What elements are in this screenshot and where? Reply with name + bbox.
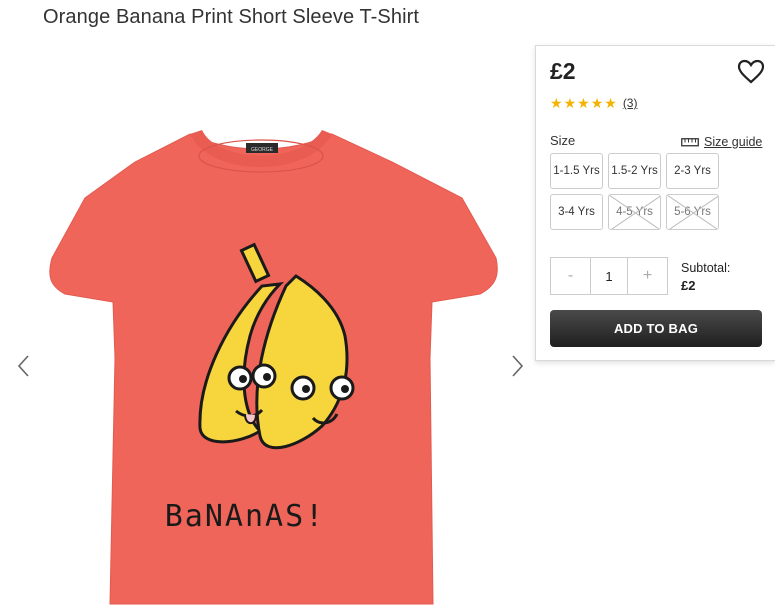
- size-option-label: 3-4 Yrs: [558, 206, 595, 218]
- chevron-left-icon: [17, 355, 29, 377]
- neck-label-text: GEORGE: [251, 147, 274, 153]
- unavailable-strike-icon: [667, 195, 718, 229]
- size-option-2-3[interactable]: 2-3 Yrs: [666, 153, 719, 189]
- subtotal-label: Subtotal:: [681, 261, 731, 275]
- chevron-right-icon: [512, 355, 524, 377]
- star-icon: ★: [604, 95, 617, 111]
- size-option-1-1-5[interactable]: 1-1.5 Yrs: [550, 153, 603, 189]
- rating: ★ ★ ★ ★ ★ (3): [550, 96, 637, 110]
- star-icon: ★: [590, 95, 604, 111]
- size-option-label: 2-3 Yrs: [674, 165, 711, 177]
- size-option-5-6-unavailable[interactable]: 5-6 Yrs: [666, 194, 719, 230]
- size-option-4-5-unavailable[interactable]: 4-5 Yrs: [608, 194, 661, 230]
- price: £2: [550, 58, 576, 84]
- size-guide-link[interactable]: Size guide: [681, 135, 762, 149]
- gallery-prev-button[interactable]: [12, 350, 36, 382]
- size-label: Size: [550, 133, 576, 148]
- size-option-label: 1.5-2 Yrs: [611, 165, 658, 177]
- print-text: BaNAnAS!: [165, 499, 326, 534]
- ruler-icon: [681, 138, 699, 147]
- star-icon: ★: [563, 95, 577, 111]
- purchase-panel: £2 ★ ★ ★ ★ ★ (3) Size Size guide 1-1.5 Y…: [535, 45, 775, 361]
- subtotal-value: £2: [681, 278, 696, 293]
- quantity-increment-button[interactable]: +: [628, 258, 667, 294]
- product-title: Orange Banana Print Short Sleeve T-Shirt: [43, 6, 420, 28]
- quantity-decrement-button[interactable]: -: [551, 258, 590, 294]
- size-option-1-5-2[interactable]: 1.5-2 Yrs: [608, 153, 661, 189]
- size-option-3-4[interactable]: 3-4 Yrs: [550, 194, 603, 230]
- add-to-bag-button[interactable]: ADD TO BAG: [550, 310, 762, 347]
- size-guide-label: Size guide: [704, 135, 763, 149]
- size-option-label: 1-1.5 Yrs: [553, 165, 600, 177]
- wishlist-button[interactable]: [737, 59, 765, 85]
- star-icon: ★: [577, 95, 590, 111]
- star-icon: ★: [550, 95, 563, 111]
- product-image[interactable]: GEORGE BaNAnAS!: [40, 126, 515, 606]
- product-gallery: GEORGE BaNAnAS!: [0, 40, 535, 606]
- quantity-input[interactable]: 1: [590, 258, 628, 294]
- review-count-link[interactable]: (3): [623, 96, 638, 110]
- gallery-next-button[interactable]: [505, 350, 529, 382]
- quantity-stepper: - 1 +: [550, 257, 668, 295]
- heart-outline-icon: [737, 59, 765, 84]
- unavailable-strike-icon: [609, 195, 660, 229]
